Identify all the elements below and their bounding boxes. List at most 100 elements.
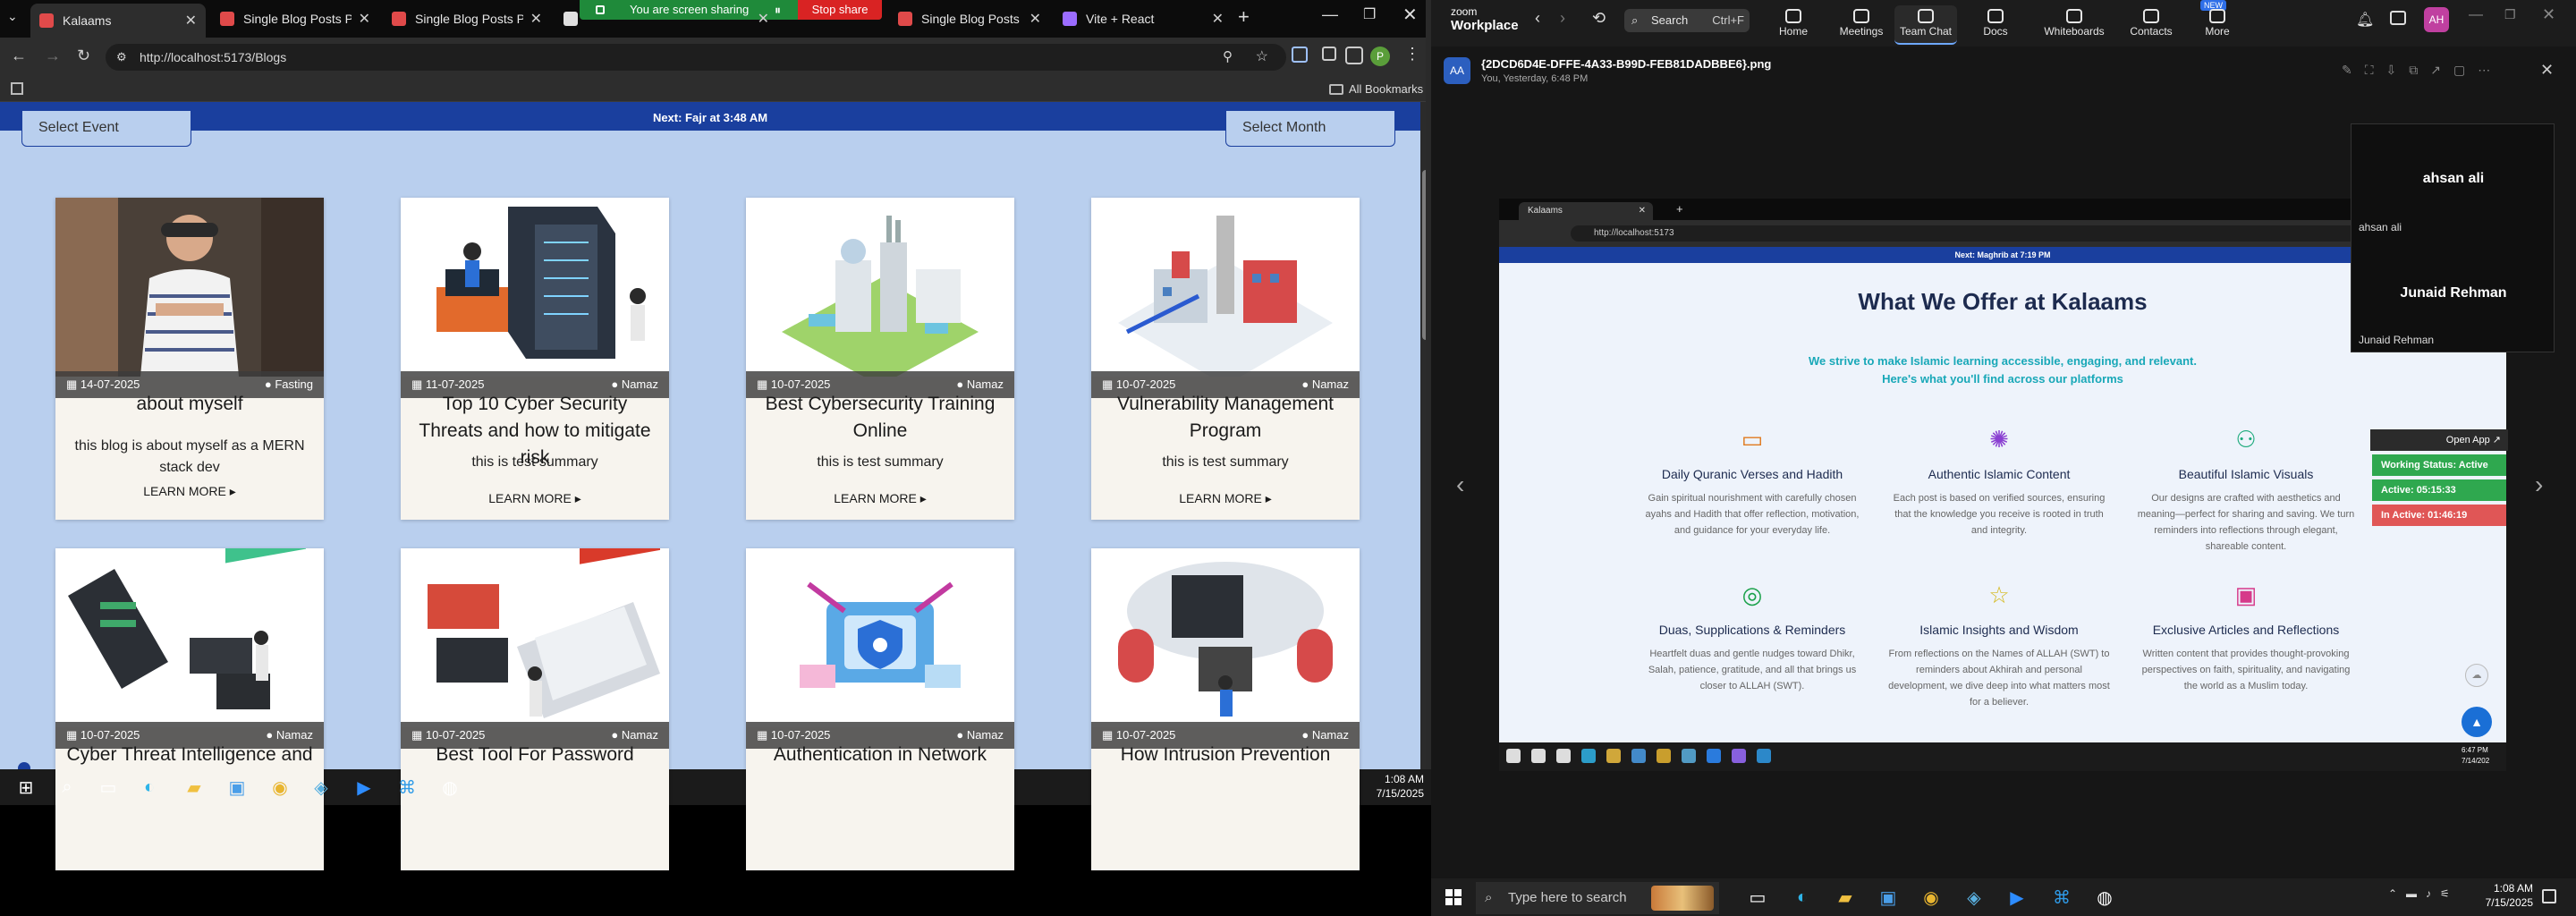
zoom-nav-meetings[interactable]: Meetings <box>1830 5 1893 45</box>
location-icon[interactable]: ⚲ <box>1223 44 1233 71</box>
reload-button[interactable]: ↻ <box>77 47 90 65</box>
select-event-dropdown[interactable]: Select Event <box>21 111 191 147</box>
zoom-nav-home[interactable]: Home <box>1762 5 1825 45</box>
viewer-toolbar-icons[interactable]: ✎⛶⇩⧉↗▢⋯ <box>2342 63 2503 78</box>
address-bar[interactable]: ⚙ http://localhost:5173/Blogs ⚲ ☆ <box>106 44 1286 71</box>
zoom-avatar[interactable]: AH <box>2424 7 2449 32</box>
tracker-icon[interactable]: ◍ <box>436 774 463 801</box>
tab-close-icon[interactable]: ✕ <box>758 10 769 28</box>
tab-close-icon[interactable]: ✕ <box>530 10 542 28</box>
new-tab-button[interactable]: + <box>1238 5 1250 29</box>
edge-icon[interactable]: ◐ <box>1789 884 1816 911</box>
tab-close-icon[interactable]: ✕ <box>1212 10 1224 28</box>
task-view-icon[interactable]: ▭ <box>1744 884 1771 911</box>
bell-icon[interactable]: 🔔︎ <box>2356 11 2374 29</box>
card-title[interactable]: How Intrusion Prevention <box>1100 742 1351 768</box>
zoom-back-icon[interactable]: ‹ <box>1535 9 1540 28</box>
system-tray-icons[interactable]: ⌃▬♪⚟ <box>2388 887 2459 900</box>
search-icon[interactable]: ⌕ <box>54 774 80 801</box>
calendar-icon[interactable] <box>2390 11 2406 25</box>
menu-kebab-icon[interactable]: ⋮ <box>1404 45 1420 64</box>
tab-close-icon[interactable]: ✕ <box>359 10 370 28</box>
zoom-close[interactable]: ✕ <box>2542 5 2555 24</box>
tracker-icon[interactable]: ◍ <box>2091 884 2118 911</box>
tab-search-icon[interactable]: ⌄ <box>7 9 18 24</box>
chat-widget-icon[interactable]: ☁ <box>2465 664 2488 687</box>
windows-start-icon[interactable] <box>1445 889 1462 905</box>
browser-tab-2[interactable]: Single Blog Posts Page ✕ <box>383 5 551 32</box>
open-app-button[interactable]: Open App ↗ <box>2370 429 2508 451</box>
card-title[interactable]: Best Tool For Password <box>410 742 660 768</box>
notification-icon[interactable] <box>2542 889 2556 903</box>
zoom-forward-icon[interactable]: › <box>1560 9 1565 28</box>
zoom-nav-whiteboards[interactable]: Whiteboards <box>2043 5 2106 45</box>
extensions-puzzle-icon[interactable] <box>1322 47 1336 61</box>
store-icon[interactable]: ▣ <box>224 774 250 801</box>
close-window-button[interactable]: ✕ <box>1402 4 1418 26</box>
zoom-nav-more[interactable]: More <box>2186 5 2249 45</box>
next-image-arrow[interactable]: › <box>2535 471 2543 499</box>
windows-start-icon[interactable]: ⊞ <box>13 774 39 801</box>
prev-image-arrow[interactable]: ‹ <box>1456 471 1464 499</box>
blog-card[interactable]: ▦ 10-07-2025 ● Namaz How Intrusion Prevent… <box>1091 548 1360 870</box>
blog-card[interactable]: ▦ 14-07-2025 ● Fasting about myself this bl… <box>55 198 324 520</box>
history-icon[interactable]: ⟲ <box>1592 9 1606 28</box>
zoom-nav-contacts[interactable]: Contacts <box>2120 5 2182 45</box>
app-icon[interactable]: ◈ <box>1961 884 1987 911</box>
blog-card[interactable]: IT SERVICE ▦ 10-07-2025 ● Namaz Best Tool F… <box>401 548 669 870</box>
zoom-nav-docs[interactable]: Docs <box>1964 5 2027 45</box>
browser-tab-4[interactable]: Single Blog Posts Page ✕ <box>889 5 1050 32</box>
zoom-nav-team-chat[interactable]: Team Chat <box>1894 5 1957 45</box>
apps-grid-icon[interactable] <box>11 82 23 95</box>
browser-tab-5[interactable]: Vite + React ✕ <box>1054 5 1233 32</box>
forward-button[interactable]: → <box>45 47 61 65</box>
extension-icon[interactable] <box>1292 47 1308 63</box>
stop-share-button[interactable]: Stop share <box>798 0 882 20</box>
all-bookmarks[interactable]: All Bookmarks <box>1349 82 1423 96</box>
chrome-icon[interactable]: ◉ <box>1918 884 1945 911</box>
zoom-icon[interactable]: ▶ <box>2004 884 2030 911</box>
blog-card[interactable]: IT SERVICE ▦ 10-07-2025 ● Namaz Cyber Threa… <box>55 548 324 870</box>
taskbar-search[interactable]: ⌕ Type here to search <box>1476 882 1719 914</box>
card-title[interactable]: Best Cybersecurity Training Online <box>755 391 1005 445</box>
card-title[interactable]: about myself <box>64 391 315 418</box>
profile-avatar[interactable]: P <box>1370 47 1390 66</box>
file-explorer-icon[interactable]: ▰ <box>1832 884 1859 911</box>
vscode-icon[interactable]: ⌘ <box>394 774 420 801</box>
app-icon[interactable]: ◈ <box>308 774 335 801</box>
browser-tab-3[interactable]: ✕ <box>555 5 778 32</box>
bookmark-star-icon[interactable]: ☆ <box>1256 44 1268 71</box>
learn-more-link[interactable]: LEARN MORE ▸ <box>746 491 1014 506</box>
vscode-icon[interactable]: ⌘ <box>2048 884 2075 911</box>
blog-card[interactable]: ▦ 10-07-2025 ● Namaz Best Cybersecurity Tr… <box>746 198 1014 520</box>
card-title[interactable]: Cyber Threat Intelligence and <box>64 742 315 768</box>
store-icon[interactable]: ▣ <box>1875 884 1902 911</box>
learn-more-link[interactable]: LEARN MORE ▸ <box>1091 491 1360 506</box>
site-info-icon[interactable]: ⚙ <box>116 44 127 71</box>
zoom-maximize[interactable]: ❐ <box>2504 7 2516 22</box>
blog-card[interactable]: ▦ 11-07-2025 ● Namaz Top 10 Cyber Security… <box>401 198 669 520</box>
edge-icon[interactable]: ◐ <box>136 774 163 801</box>
minimize-button[interactable]: — <box>1322 5 1338 24</box>
learn-more-link[interactable]: LEARN MORE ▸ <box>401 491 669 506</box>
card-title[interactable]: Vulnerability Management Program <box>1100 391 1351 445</box>
zoom-icon[interactable]: ▶ <box>351 774 377 801</box>
scroll-top-button[interactable]: ▲ <box>2462 707 2492 737</box>
learn-more-link[interactable]: LEARN MORE ▸ <box>55 484 324 499</box>
chrome-icon[interactable]: ◉ <box>267 774 293 801</box>
task-view-icon[interactable]: ▭ <box>95 774 122 801</box>
back-button[interactable]: ← <box>11 47 27 65</box>
file-explorer-icon[interactable]: ▰ <box>181 774 208 801</box>
card-title[interactable]: Authentication in Network <box>755 742 1005 768</box>
select-month-dropdown[interactable]: Select Month <box>1225 111 1395 147</box>
tab-close-icon[interactable]: ✕ <box>185 12 197 30</box>
maximize-button[interactable]: ❐ <box>1363 5 1376 23</box>
blog-card[interactable]: ▦ 10-07-2025 ● Namaz Vulnerability Managem… <box>1091 198 1360 520</box>
zoom-minimize[interactable]: — <box>2469 7 2483 23</box>
tab-close-icon[interactable]: ✕ <box>1030 10 1041 28</box>
browser-tab-0[interactable]: Kalaams ✕ <box>30 4 206 38</box>
side-panel-icon[interactable] <box>1345 47 1363 64</box>
viewer-close-icon[interactable]: ✕ <box>2540 61 2554 80</box>
zoom-search[interactable]: ⌕ Search Ctrl+F <box>1624 9 1750 32</box>
browser-tab-1[interactable]: Single Blog Posts Page ✕ <box>211 5 379 32</box>
